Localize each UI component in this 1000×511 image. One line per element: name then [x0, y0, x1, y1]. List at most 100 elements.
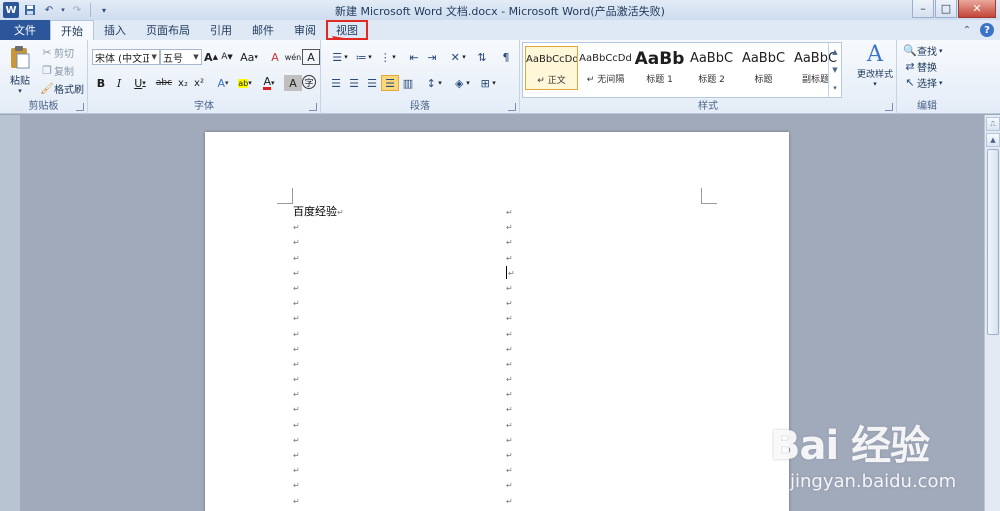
- italic-button[interactable]: I: [110, 75, 128, 91]
- document-line[interactable]: ↵: [506, 417, 515, 432]
- customize-qat-icon[interactable]: ▾: [96, 2, 112, 18]
- document-line[interactable]: ↵: [506, 310, 515, 325]
- document-line[interactable]: ↵: [506, 341, 515, 356]
- numbering-button[interactable]: ≔ ▾: [351, 49, 375, 65]
- align-right-button[interactable]: ☰: [363, 75, 381, 91]
- ruler-toggle-icon[interactable]: ⎍: [986, 117, 1000, 131]
- distributed-button[interactable]: ▥: [399, 75, 417, 91]
- gallery-up-icon[interactable]: ▲: [832, 48, 837, 56]
- select-button[interactable]: ↖ 选择 ▾: [903, 75, 942, 90]
- paragraph-launcher-icon[interactable]: [508, 103, 516, 111]
- decrease-indent-button[interactable]: ⇤: [405, 49, 423, 65]
- style-normal[interactable]: AaBbCcDd ↵ 正文: [525, 46, 578, 90]
- document-line[interactable]: ↵: [293, 295, 344, 310]
- replace-button[interactable]: ⇄ 替换: [903, 59, 937, 74]
- document-line[interactable]: ↵: [506, 401, 515, 416]
- tab-insert[interactable]: 插入: [94, 20, 136, 40]
- tab-mailings[interactable]: 邮件: [242, 20, 284, 40]
- document-line[interactable]: ↵: [506, 386, 515, 401]
- scroll-thumb[interactable]: [987, 149, 999, 335]
- line-spacing-button[interactable]: ↕ ▾: [421, 75, 445, 91]
- style-no-spacing[interactable]: AaBbCcDd ↵ 无间隔: [579, 46, 632, 90]
- undo-dropdown-icon[interactable]: ▾: [60, 2, 66, 18]
- document-line[interactable]: ↵: [506, 326, 515, 341]
- document-line[interactable]: ↵: [506, 493, 515, 508]
- format-painter-button[interactable]: 🖌 格式刷: [40, 81, 84, 96]
- tab-home[interactable]: 开始: [50, 20, 94, 41]
- superscript-button[interactable]: x²: [190, 75, 208, 91]
- document-line[interactable]: ↵: [506, 295, 515, 310]
- enclose-characters-button[interactable]: 字: [302, 75, 316, 89]
- strikethrough-button[interactable]: abc: [154, 75, 174, 91]
- document-line[interactable]: ↵: [506, 204, 515, 219]
- document-line[interactable]: ↵: [293, 250, 344, 265]
- show-marks-button[interactable]: ¶: [497, 49, 515, 65]
- word-logo-icon[interactable]: W: [3, 2, 19, 18]
- document-line[interactable]: ↵: [506, 432, 515, 447]
- save-icon[interactable]: [22, 2, 38, 18]
- document-line[interactable]: ↵: [293, 417, 344, 432]
- paste-button[interactable]: 粘贴 ▾: [6, 44, 34, 95]
- character-border-button[interactable]: A: [302, 49, 320, 65]
- find-button[interactable]: 🔍 查找 ▾: [903, 43, 942, 58]
- document-line[interactable]: ↵: [293, 493, 344, 508]
- document-line[interactable]: ↵: [293, 219, 344, 234]
- chinese-layout-button[interactable]: ✕ ▾: [445, 49, 469, 65]
- document-line[interactable]: ↵: [293, 341, 344, 356]
- style-heading-1[interactable]: AaBb 标题 1: [633, 46, 686, 90]
- tab-file[interactable]: 文件: [0, 20, 50, 40]
- document-line[interactable]: ↵: [293, 386, 344, 401]
- document-line[interactable]: ↵: [506, 280, 515, 295]
- align-left-button[interactable]: ☰: [327, 75, 345, 91]
- document-line[interactable]: ↵: [293, 447, 344, 462]
- style-heading-2[interactable]: AaBbC 标题 2: [685, 46, 738, 90]
- help-icon[interactable]: ?: [980, 23, 994, 37]
- clipboard-launcher-icon[interactable]: [76, 103, 84, 111]
- document-line[interactable]: ↵: [293, 432, 344, 447]
- minimize-ribbon-icon[interactable]: ⌃: [960, 23, 974, 37]
- document-line[interactable]: ↵: [293, 265, 344, 280]
- phonetic-guide-button[interactable]: wén: [284, 49, 302, 65]
- shading-button[interactable]: ◈ ▾: [449, 75, 473, 91]
- increase-indent-button[interactable]: ⇥: [423, 49, 441, 65]
- tab-page-layout[interactable]: 页面布局: [136, 20, 200, 40]
- document-line[interactable]: ↵: [506, 250, 515, 265]
- redo-icon[interactable]: ↷: [69, 2, 85, 18]
- maximize-button[interactable]: □: [935, 0, 957, 18]
- close-button[interactable]: ✕: [958, 0, 996, 18]
- undo-icon[interactable]: ↶: [41, 2, 57, 18]
- gallery-scroll[interactable]: ▲ ▼ ▾: [828, 43, 841, 97]
- document-line[interactable]: ↵: [293, 280, 344, 295]
- shrink-font-button[interactable]: A ▼: [218, 49, 236, 65]
- character-shading-button[interactable]: A: [284, 75, 302, 91]
- text-column-left[interactable]: 百度经验↵ ↵ ↵ ↵ ↵ ↵ ↵ ↵ ↵ ↵ ↵ ↵ ↵ ↵ ↵ ↵ ↵ ↵ ↵ ↵: [293, 204, 344, 508]
- align-center-button[interactable]: ☰: [345, 75, 363, 91]
- font-name-combo[interactable]: 宋体 (中文正文▼: [92, 49, 160, 65]
- document-line[interactable]: ↵: [293, 356, 344, 371]
- copy-button[interactable]: ❐ 复制: [40, 63, 74, 78]
- document-line[interactable]: ↵: [506, 265, 515, 280]
- document-page[interactable]: 百度经验↵ ↵ ↵ ↵ ↵ ↵ ↵ ↵ ↵ ↵ ↵ ↵ ↵ ↵ ↵ ↵ ↵ ↵ ↵ ↵ ↵ ↵ ↵ ↵ ↵ ↵ ↵ ↵ ↵ ↵ ↵ ↵ ↵ ↵…: [205, 132, 789, 511]
- underline-button[interactable]: U ▾: [128, 75, 152, 91]
- document-line[interactable]: ↵: [293, 310, 344, 325]
- cut-button[interactable]: ✂ 剪切: [40, 45, 74, 60]
- gallery-down-icon[interactable]: ▼: [832, 66, 837, 74]
- change-styles-button[interactable]: A 更改样式 ▾: [856, 43, 894, 89]
- font-color-button[interactable]: A ▾: [258, 75, 280, 91]
- document-line[interactable]: ↵: [293, 462, 344, 477]
- document-line[interactable]: ↵: [293, 326, 344, 341]
- scroll-up-icon[interactable]: ▲: [986, 133, 1000, 147]
- document-line[interactable]: 百度经验↵: [293, 204, 344, 219]
- document-line[interactable]: ↵: [293, 234, 344, 249]
- document-line[interactable]: ↵: [506, 477, 515, 492]
- document-line[interactable]: ↵: [506, 447, 515, 462]
- bold-button[interactable]: B: [92, 75, 110, 91]
- styles-launcher-icon[interactable]: [885, 103, 893, 111]
- style-title[interactable]: AaBbC 标题: [737, 46, 790, 90]
- document-line[interactable]: ↵: [293, 401, 344, 416]
- text-effects-button[interactable]: A ▾: [212, 75, 234, 91]
- multilevel-list-button[interactable]: ⋮ ▾: [375, 49, 399, 65]
- text-column-right[interactable]: ↵ ↵ ↵ ↵ ↵ ↵ ↵ ↵ ↵ ↵ ↵ ↵ ↵ ↵ ↵ ↵ ↵ ↵ ↵ ↵: [506, 204, 515, 508]
- document-line[interactable]: ↵: [506, 219, 515, 234]
- borders-button[interactable]: ⊞ ▾: [475, 75, 499, 91]
